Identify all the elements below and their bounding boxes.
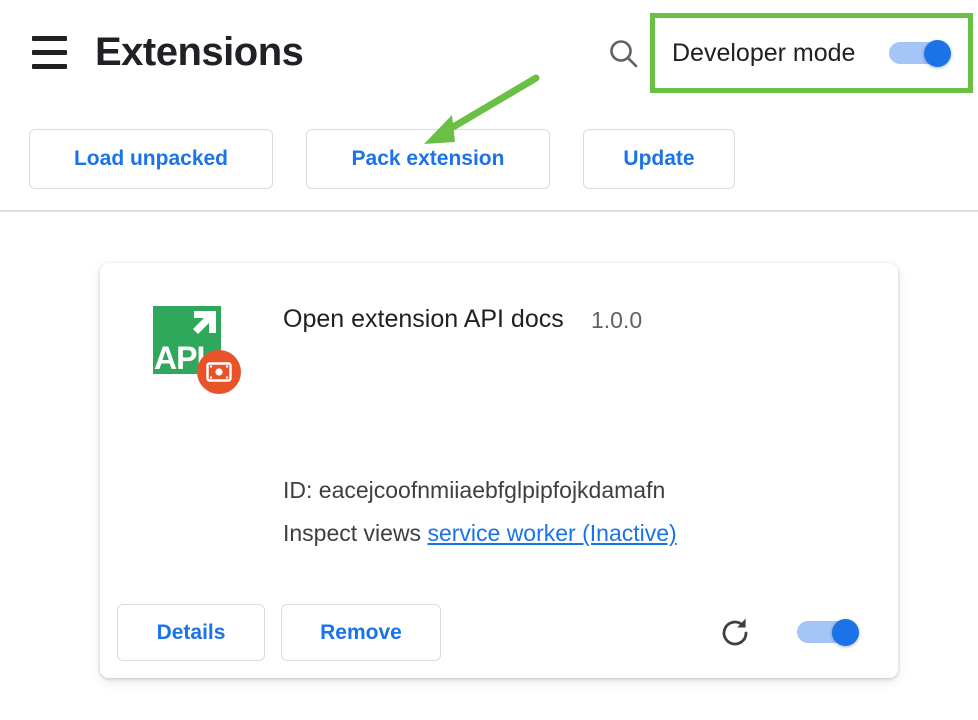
reload-icon[interactable] bbox=[718, 616, 752, 650]
developer-mode-control[interactable]: Developer mode bbox=[650, 13, 973, 93]
developer-mode-toggle[interactable] bbox=[889, 40, 951, 66]
extension-card: API Open extension API docs 1.0.0 ID: ea… bbox=[100, 263, 898, 678]
developer-mode-toggle-knob bbox=[924, 40, 951, 67]
pack-extension-button[interactable]: Pack extension bbox=[306, 129, 550, 189]
hamburger-bar-2 bbox=[32, 50, 67, 55]
unpacked-extension-badge bbox=[197, 350, 241, 394]
header-bar: Extensions Developer mode bbox=[0, 0, 978, 106]
extension-version: 1.0.0 bbox=[591, 305, 642, 335]
inspect-views-label: Inspect views bbox=[283, 520, 421, 546]
inspect-views-row: Inspect views service worker (Inactive) bbox=[283, 517, 677, 549]
hamburger-bar-1 bbox=[32, 36, 67, 41]
page-title: Extensions bbox=[95, 24, 303, 80]
extension-name: Open extension API docs bbox=[283, 303, 564, 335]
toolbar-buttons: Load unpacked Pack extension Update bbox=[0, 129, 978, 193]
extension-id: ID: eacejcoofnmiiaebfglpipfojkdamafn bbox=[283, 474, 665, 506]
remove-button[interactable]: Remove bbox=[281, 604, 441, 661]
hamburger-bar-3 bbox=[32, 64, 67, 69]
hamburger-menu-icon[interactable] bbox=[32, 36, 67, 69]
extension-toggle-knob bbox=[832, 619, 859, 646]
details-button[interactable]: Details bbox=[117, 604, 265, 661]
extension-icon: API bbox=[153, 306, 233, 386]
search-icon[interactable] bbox=[606, 36, 642, 72]
developer-mode-label: Developer mode bbox=[672, 38, 855, 68]
load-unpacked-button[interactable]: Load unpacked bbox=[29, 129, 273, 189]
update-button[interactable]: Update bbox=[583, 129, 735, 189]
service-worker-link[interactable]: service worker (Inactive) bbox=[427, 520, 676, 546]
page-header: Extensions Developer mode Load unpacked … bbox=[0, 0, 978, 212]
extension-enabled-toggle[interactable] bbox=[797, 619, 859, 645]
